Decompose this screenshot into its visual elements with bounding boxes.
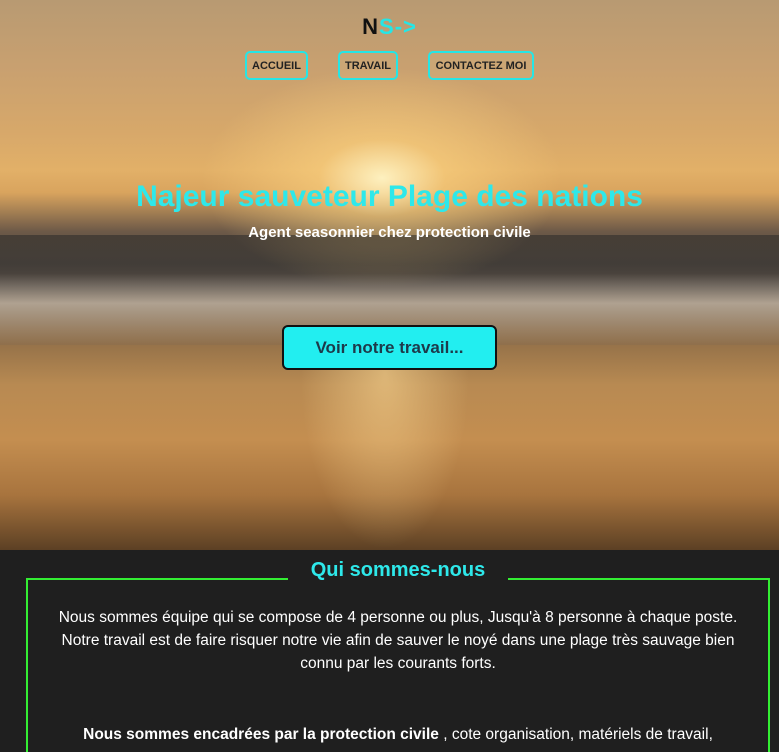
about-paragraph-2-rest: , cote organisation, matériels de travai…	[438, 726, 713, 743]
nav-travail-button[interactable]: TRAVAIL	[338, 51, 398, 80]
about-paragraph-1: Nous sommes équipe qui se compose de 4 p…	[58, 609, 738, 672]
hero-section: NS-> ACCUEIL TRAVAIL CONTACTEZ MOI Najeu…	[0, 0, 779, 550]
hero-subtitle: Agent seasonnier chez protection civile	[248, 224, 531, 241]
site-logo[interactable]: NS->	[0, 14, 779, 40]
view-work-button[interactable]: Voir notre travail...	[282, 325, 497, 370]
hero-title: Najeur sauveteur Plage des nations	[136, 180, 643, 213]
nav-contact-button[interactable]: CONTACTEZ MOI	[428, 51, 534, 80]
nav-accueil-button[interactable]: ACCUEIL	[245, 51, 308, 80]
about-paragraph-2: Nous sommes encadrées par la protection …	[50, 723, 746, 746]
logo-letter-n: N	[362, 14, 380, 39]
about-title: Qui sommes-nous	[288, 559, 508, 582]
about-paragraph-2-bold: Nous sommes encadrées par la protection …	[83, 726, 439, 743]
logo-arrow: S->	[379, 14, 417, 39]
main-nav: ACCUEIL TRAVAIL CONTACTEZ MOI	[0, 51, 779, 81]
